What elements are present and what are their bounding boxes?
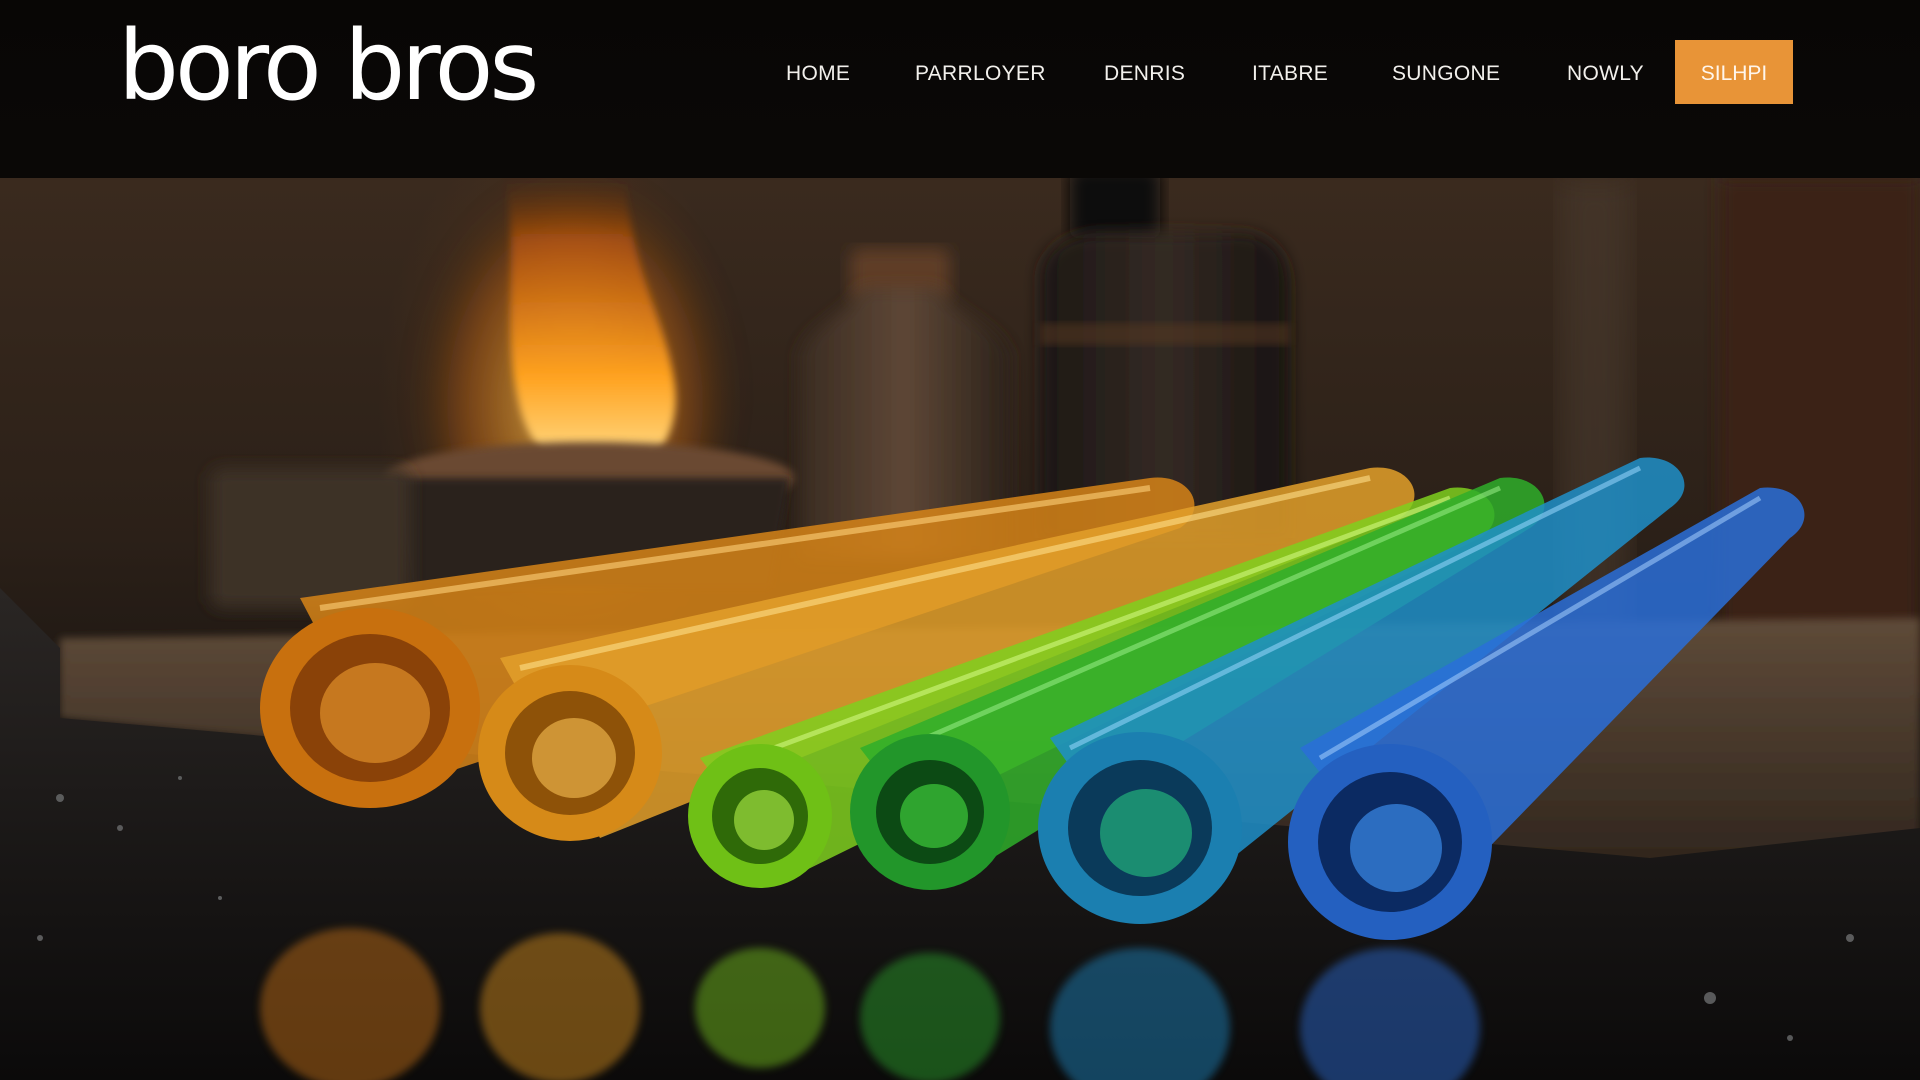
nav-item-sungone[interactable]: SUNGONE (1392, 40, 1500, 104)
hero-image (0, 178, 1920, 1080)
page: boro bros HOME PARRLOYER DENRIS ITABRE S… (0, 0, 1920, 1080)
dark-bottle-band (1040, 323, 1290, 345)
nav-item-nowly[interactable]: NOWLY (1567, 40, 1644, 104)
nav-item-home[interactable]: HOME (786, 40, 850, 104)
dark-bottle-cap (1070, 178, 1160, 238)
nav-item-denris[interactable]: DENRIS (1104, 40, 1185, 104)
main-nav: HOME PARRLOYER DENRIS ITABRE SUNGONE NOW… (0, 40, 1920, 104)
site-header: boro bros HOME PARRLOYER DENRIS ITABRE S… (0, 0, 1920, 178)
nav-item-parrloyer[interactable]: PARRLOYER (915, 40, 1046, 104)
nav-item-itabre[interactable]: ITABRE (1252, 40, 1328, 104)
hero-scene (0, 178, 1920, 1080)
cta-button[interactable]: SILHPI (1675, 40, 1793, 104)
